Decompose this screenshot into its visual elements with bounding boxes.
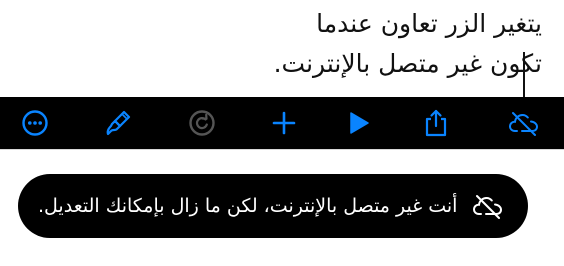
more-button[interactable] [13, 97, 57, 149]
callout-line-1: يتغير الزر تعاون عندما [316, 9, 542, 38]
play-button[interactable] [337, 97, 381, 149]
add-button[interactable] [262, 97, 306, 149]
paintbrush-icon [104, 109, 132, 137]
share-icon [423, 108, 449, 138]
page: يتغير الزر تعاون عندما تكون غير متصل بال… [0, 0, 564, 266]
offline-banner: أنت غير متصل بالإنترنت، لكن ما زال بإمكا… [18, 174, 528, 238]
collaborate-button[interactable] [502, 97, 546, 149]
share-button[interactable] [414, 97, 458, 149]
callout-annotation: يتغير الزر تعاون عندما تكون غير متصل بال… [122, 4, 542, 84]
format-button[interactable] [96, 97, 140, 149]
callout-line-2: تكون غير متصل بالإنترنت. [273, 49, 542, 78]
toolbar [0, 97, 564, 149]
redo-button[interactable] [180, 97, 224, 149]
play-icon [347, 110, 371, 136]
toolbar-divider [0, 149, 564, 150]
cloud-offline-icon [508, 110, 540, 136]
cloud-offline-icon [471, 191, 504, 221]
callout-leader-line [523, 52, 525, 101]
redo-icon [188, 109, 216, 137]
offline-message: أنت غير متصل بالإنترنت، لكن ما زال بإمكا… [38, 195, 458, 217]
more-icon [21, 109, 49, 137]
add-icon [271, 110, 297, 136]
